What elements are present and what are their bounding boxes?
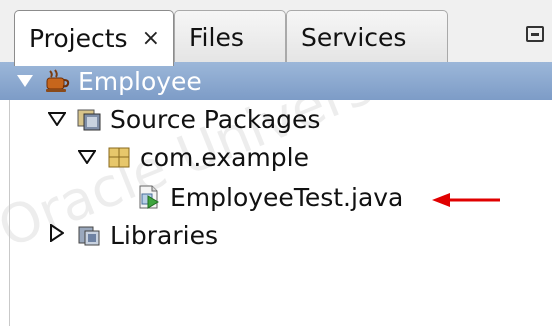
close-icon[interactable]: × bbox=[142, 26, 160, 51]
tab-projects-label: Projects bbox=[29, 24, 128, 53]
tree-node-package-label: com.example bbox=[140, 142, 309, 172]
tree-node-project[interactable]: Employee bbox=[0, 62, 552, 100]
tab-files-label: Files bbox=[189, 23, 244, 52]
tab-projects[interactable]: Projects × bbox=[14, 10, 174, 66]
tab-services[interactable]: Services bbox=[286, 10, 448, 64]
collapse-triangle-icon[interactable] bbox=[74, 145, 100, 169]
coffee-cup-icon bbox=[44, 68, 70, 94]
tab-services-label: Services bbox=[301, 23, 407, 52]
tab-bar: Projects × Files Services bbox=[0, 0, 552, 66]
package-icon bbox=[106, 144, 132, 170]
tree-node-source-packages[interactable]: Source Packages bbox=[10, 100, 552, 138]
libraries-icon bbox=[76, 222, 102, 248]
collapse-triangle-icon[interactable] bbox=[44, 107, 70, 131]
tab-files[interactable]: Files bbox=[174, 10, 286, 64]
red-arrow-icon bbox=[432, 193, 500, 207]
tree-node-project-label: Employee bbox=[78, 66, 202, 96]
source-packages-icon bbox=[76, 106, 102, 132]
tree-node-package[interactable]: com.example bbox=[10, 138, 552, 176]
tree-node-file-label: EmployeeTest.java bbox=[170, 182, 404, 212]
expand-triangle-icon[interactable] bbox=[44, 223, 70, 247]
projects-panel: Oracle University and Projects × Files S… bbox=[0, 0, 552, 326]
tree-node-libraries[interactable]: Libraries bbox=[10, 216, 552, 254]
java-file-icon bbox=[136, 184, 162, 210]
tree-node-source-packages-label: Source Packages bbox=[110, 104, 321, 134]
minimize-icon[interactable] bbox=[526, 26, 544, 42]
expand-triangle-icon[interactable] bbox=[12, 69, 38, 93]
tree-node-libraries-label: Libraries bbox=[110, 220, 218, 250]
